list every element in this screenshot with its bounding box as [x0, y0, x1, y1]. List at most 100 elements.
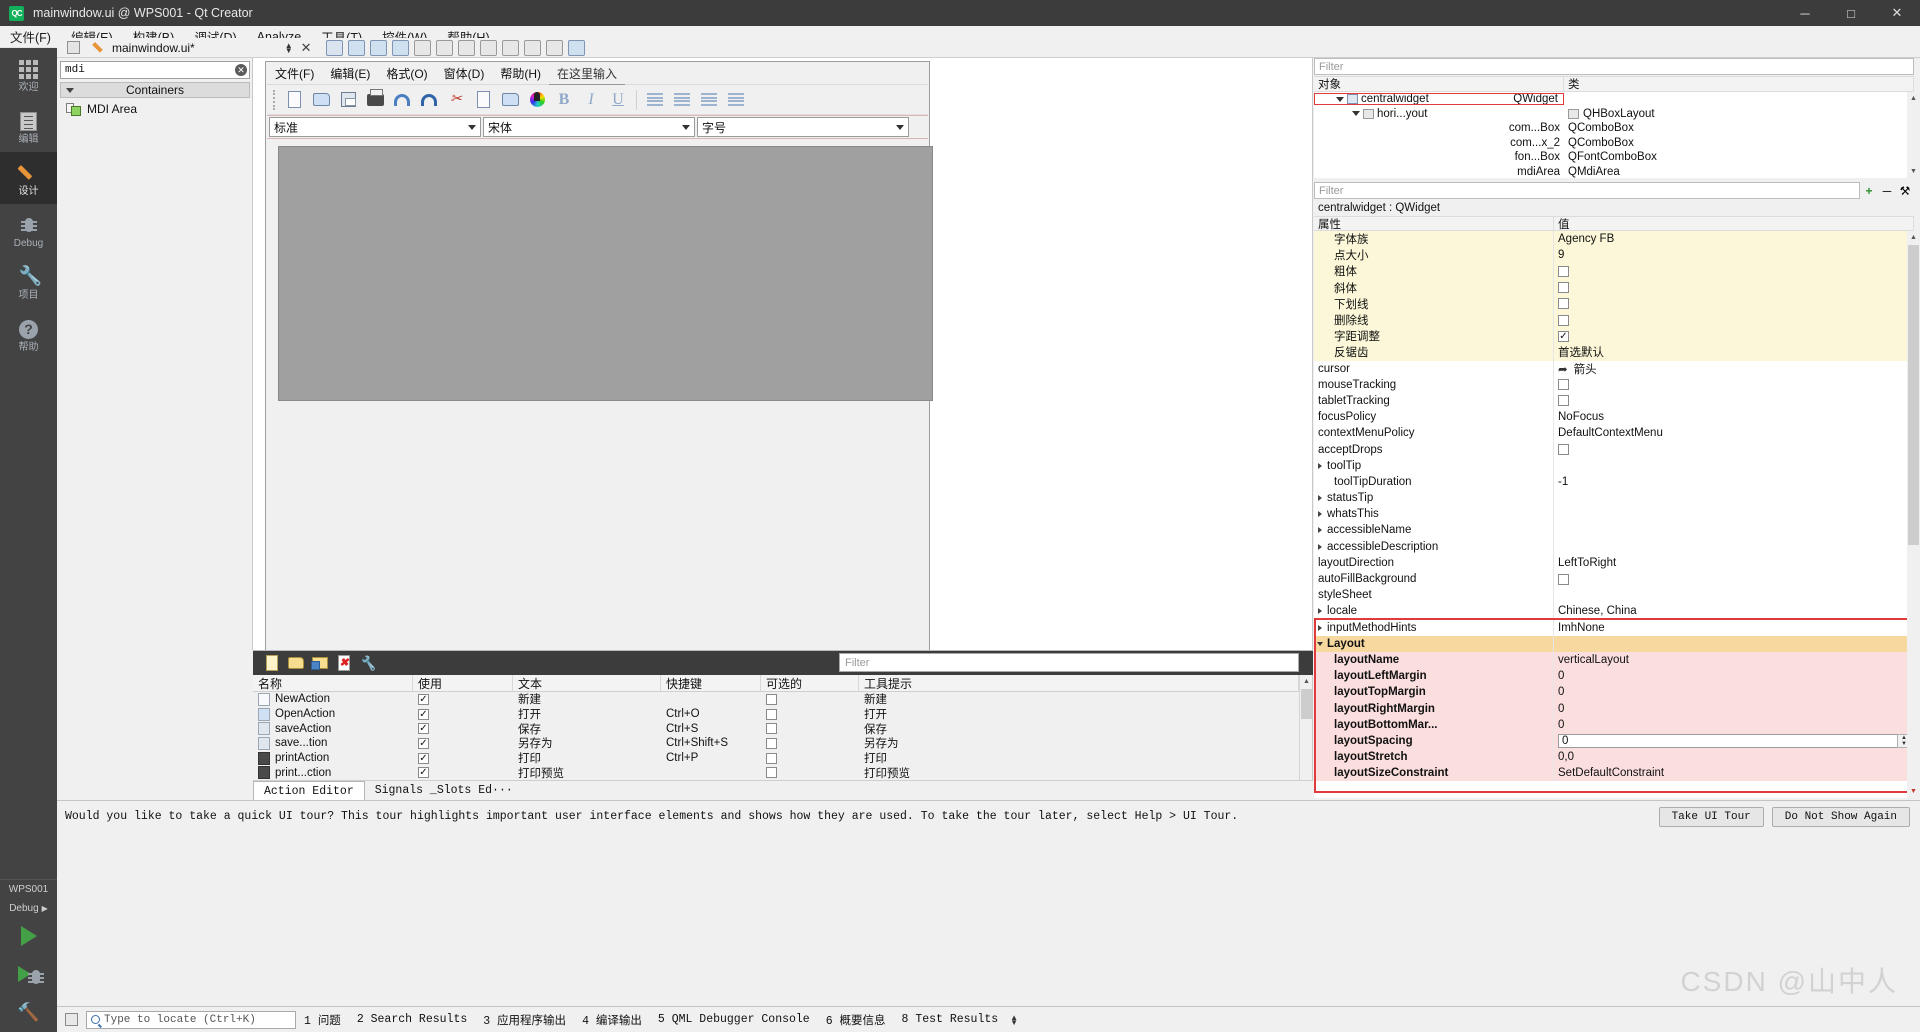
property-row-whatsthis[interactable]: whatsThis	[1314, 506, 1914, 523]
sidebar-item-welcome[interactable]: 欢迎	[0, 48, 57, 100]
style-combo[interactable]: 标准	[269, 117, 481, 137]
build-button[interactable]: 🔨	[0, 992, 57, 1032]
property-table-scrollbar[interactable]: ▲ ▼	[1907, 231, 1920, 798]
checkable-checkbox[interactable]	[766, 737, 777, 749]
property-row-autofillbackground[interactable]: autoFillBackground	[1314, 570, 1914, 588]
property-value[interactable]: NoFocus	[1554, 409, 1914, 426]
tree-item-centralwidget[interactable]: centralwidget QWidget	[1314, 92, 1914, 107]
align-left-icon[interactable]	[643, 88, 667, 112]
property-value[interactable]: -1	[1554, 473, 1914, 490]
toggle-sidebar-icon[interactable]	[65, 1013, 78, 1026]
widget-box-item-mdi-area[interactable]: MDI Area	[66, 100, 250, 118]
property-value[interactable]: 0	[1554, 700, 1914, 717]
align-justify-icon[interactable]	[724, 88, 748, 112]
property-row-layoutsizeconstraint[interactable]: layoutSizeConstraint SetDefaultConstrain…	[1314, 765, 1914, 782]
property-value[interactable]: 0	[1554, 668, 1914, 685]
property-checkbox[interactable]	[1558, 282, 1569, 294]
layout-grid-icon[interactable]	[501, 39, 519, 56]
object-tree-scrollbar[interactable]: ▲ ▼	[1907, 92, 1920, 178]
object-filter-input[interactable]: Filter	[1314, 58, 1914, 75]
form-window[interactable]: 文件(F) 编辑(E) 格式(O) 窗体(D) 帮助(H) 在这里输入 ✂ B	[265, 61, 933, 671]
output-pane-qml-debugger-console[interactable]: 5 QML Debugger Console	[650, 1013, 818, 1026]
column-header-name[interactable]: 名称	[253, 675, 413, 691]
column-header-property[interactable]: 属性	[1314, 216, 1554, 231]
chevron-down-icon[interactable]	[1352, 111, 1360, 117]
remove-property-icon[interactable]: ─	[1878, 182, 1896, 199]
tree-item-combobox-2[interactable]: com...x_2 QComboBox	[1314, 136, 1914, 151]
menu-file[interactable]: 文件(F)	[0, 25, 61, 48]
property-row-font-family[interactable]: 字体族 Agency FB	[1314, 231, 1914, 248]
checkable-checkbox[interactable]	[766, 752, 777, 764]
property-value[interactable]: DefaultContextMenu	[1554, 425, 1914, 442]
property-row-cursor[interactable]: cursor ➦ 箭头	[1314, 360, 1914, 377]
font-family-combo[interactable]: 宋体	[483, 117, 695, 137]
property-checkbox[interactable]	[1558, 573, 1569, 585]
chevron-right-icon[interactable]	[1318, 527, 1322, 534]
chevron-right-icon[interactable]	[1318, 624, 1322, 631]
property-value[interactable]: ImhNone	[1554, 619, 1914, 636]
layout-form-icon[interactable]	[523, 39, 541, 56]
property-row-accessibledescription[interactable]: accessibleDescription	[1314, 538, 1914, 555]
property-row-antialiasing[interactable]: 反锯齿 首选默认	[1314, 344, 1914, 361]
property-row-tooltip[interactable]: toolTip	[1314, 457, 1914, 474]
edit-widgets-icon[interactable]	[325, 39, 343, 56]
underline-icon[interactable]: U	[606, 88, 630, 112]
property-row-layoutdirection[interactable]: layoutDirection LeftToRight	[1314, 554, 1914, 571]
tab-signals-slots-editor[interactable]: Signals _Slots Ed···	[365, 781, 523, 800]
column-header-object[interactable]: 对象	[1314, 76, 1564, 92]
checkable-checkbox[interactable]	[766, 693, 777, 705]
used-checkbox[interactable]: ✓	[418, 723, 429, 735]
print-icon[interactable]	[363, 88, 387, 112]
do-not-show-again-button[interactable]: Do Not Show Again	[1771, 806, 1910, 827]
property-row-locale[interactable]: locale Chinese, China	[1314, 603, 1914, 620]
property-checkbox[interactable]	[1558, 379, 1569, 391]
property-value[interactable]: verticalLayout	[1554, 651, 1914, 669]
property-value[interactable]: 0,0	[1554, 749, 1914, 766]
output-pane-problems[interactable]: 1 问题	[296, 1012, 349, 1028]
property-editor-table[interactable]: 字体族 Agency FB 点大小 9 粗体 斜体 下划线 删除线 字距调整 ✓…	[1314, 231, 1914, 798]
chevron-updown-icon[interactable]: ▲ ▼	[285, 41, 293, 54]
form-menu-add-placeholder[interactable]: 在这里输入	[549, 63, 626, 85]
property-checkbox[interactable]	[1558, 444, 1569, 456]
tree-item-mdiarea[interactable]: mdiArea QMdiArea	[1314, 165, 1914, 180]
edit-action-icon[interactable]	[311, 654, 329, 672]
property-section-layout[interactable]: Layout	[1314, 635, 1914, 652]
scrollbar-thumb[interactable]	[1908, 245, 1919, 545]
output-pane-overview[interactable]: 6 概要信息	[818, 1012, 894, 1028]
scrollbar-thumb[interactable]	[1301, 689, 1312, 719]
tab-action-editor[interactable]: Action Editor	[253, 781, 365, 800]
form-menu-edit[interactable]: 编辑(E)	[322, 63, 378, 84]
chevron-right-icon[interactable]	[1318, 608, 1322, 615]
property-value[interactable]: SetDefaultConstraint	[1554, 765, 1914, 782]
sidebar-item-help[interactable]: ? 帮助	[0, 308, 57, 360]
output-pane-nav-icon[interactable]: ▲ ▼	[1010, 1013, 1018, 1026]
table-row[interactable]: save...tion ✓ 另存为 Ctrl+Shift+S 另存为	[253, 736, 1299, 751]
edit-signals-slots-icon[interactable]	[347, 39, 365, 56]
property-value[interactable]: Agency FB	[1554, 231, 1914, 248]
search-input[interactable]: Type to locate (Ctrl+K)	[86, 1010, 296, 1029]
font-size-combo[interactable]: 字号	[697, 117, 909, 137]
copy-icon[interactable]	[471, 88, 495, 112]
table-row[interactable]: saveAction ✓ 保存 Ctrl+S 保存	[253, 721, 1299, 736]
column-header-text[interactable]: 文本	[513, 675, 661, 691]
property-checkbox[interactable]	[1558, 265, 1569, 277]
column-header-used[interactable]: 使用	[413, 675, 513, 691]
adjust-size-icon[interactable]	[567, 39, 585, 56]
property-row-strikeout[interactable]: 删除线	[1314, 311, 1914, 329]
chevron-down-icon[interactable]	[1336, 96, 1344, 102]
object-inspector-tree[interactable]: centralwidget QWidget hori...yout QHBoxL…	[1314, 92, 1914, 178]
column-header-class[interactable]: 类	[1564, 76, 1914, 92]
maximize-button[interactable]: □	[1828, 0, 1874, 26]
property-row-layoutspacing[interactable]: layoutSpacing 0 ▲ ▼	[1314, 732, 1914, 749]
output-pane-compile-output[interactable]: 4 编译输出	[574, 1012, 650, 1028]
property-row-kerning[interactable]: 字距调整 ✓	[1314, 328, 1914, 345]
property-row-layoutrightmargin[interactable]: layoutRightMargin 0	[1314, 700, 1914, 717]
layout-vertically-icon[interactable]	[435, 39, 453, 56]
new-file-icon[interactable]	[282, 88, 306, 112]
break-layout-icon[interactable]	[545, 39, 563, 56]
configure-property-icon[interactable]: ⚒	[1896, 182, 1914, 199]
property-row-point-size[interactable]: 点大小 9	[1314, 247, 1914, 264]
start-debugging-button[interactable]	[0, 956, 57, 992]
column-header-tooltip[interactable]: 工具提示	[859, 675, 1299, 691]
widget-box-group-containers[interactable]: Containers	[60, 82, 250, 98]
